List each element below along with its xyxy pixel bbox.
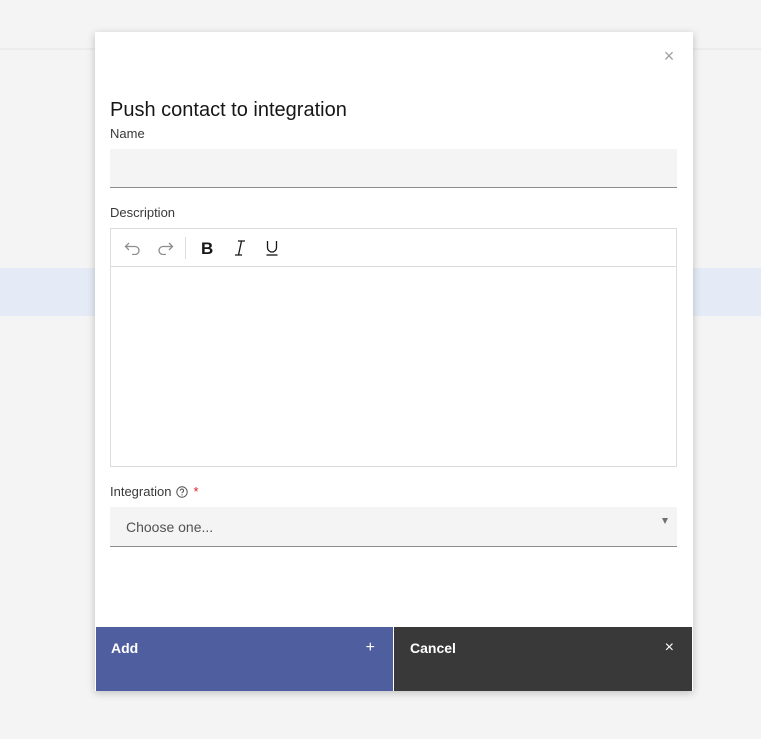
bold-icon[interactable]: B <box>192 233 224 263</box>
italic-icon[interactable] <box>224 233 256 263</box>
cancel-button-label: Cancel <box>410 640 456 656</box>
svg-text:B: B <box>201 239 213 257</box>
editor-toolbar: B <box>111 229 676 267</box>
close-icon[interactable]: × <box>659 46 679 66</box>
description-label: Description <box>110 205 176 220</box>
toolbar-divider <box>185 236 186 259</box>
modal-footer: Add + Cancel × <box>96 627 692 691</box>
integration-select[interactable]: Choose one... <box>110 507 677 547</box>
chevron-down-icon <box>662 518 668 524</box>
close-icon: × <box>664 639 674 656</box>
help-icon[interactable] <box>176 485 189 498</box>
integration-label-row: Integration * <box>110 484 199 499</box>
push-contact-modal: × Push contact to integration Name Descr… <box>95 32 693 691</box>
add-button-label: Add <box>111 640 139 656</box>
plus-icon: + <box>365 639 375 656</box>
name-input[interactable] <box>110 149 677 188</box>
modal-title: Push contact to integration <box>110 99 347 121</box>
cancel-button[interactable]: Cancel × <box>394 627 692 691</box>
add-button[interactable]: Add + <box>96 627 394 691</box>
integration-label: Integration <box>110 484 172 499</box>
description-editor: B <box>110 228 677 467</box>
redo-icon[interactable] <box>149 233 181 263</box>
underline-icon[interactable] <box>256 233 288 263</box>
required-indicator: * <box>193 484 199 499</box>
undo-icon[interactable] <box>117 233 149 263</box>
name-label: Name <box>110 126 145 141</box>
description-textarea[interactable] <box>111 267 676 466</box>
integration-select-value: Choose one... <box>126 518 214 535</box>
